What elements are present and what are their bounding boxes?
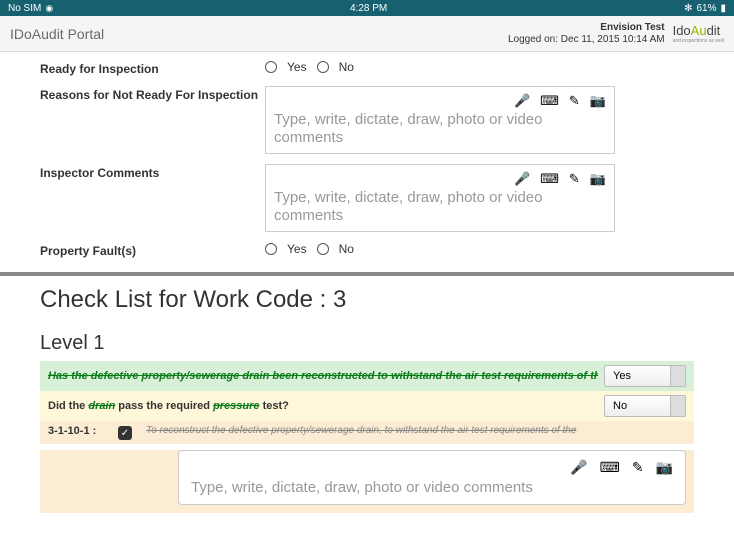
inspector-label: Inspector Comments (40, 164, 265, 180)
question-2-text: Did the drain pass the required pressure… (48, 400, 598, 412)
form-region: Ready for Inspection Yes No Reasons for … (0, 52, 734, 258)
sub-item-code: 3-1-10-1 : (48, 425, 118, 437)
camera-icon[interactable]: 📷 (590, 93, 606, 109)
keyboard-icon[interactable]: ⌨ (600, 459, 620, 476)
question-1-text: Has the defective property/sewerage drai… (48, 370, 598, 382)
inspector-placeholder: Type, write, dictate, draw, photo or vid… (274, 189, 606, 225)
login-info: Envision Test Logged on: Dec 11, 2015 10… (508, 22, 665, 46)
sub-item-text: To reconstruct the defective property/se… (146, 425, 686, 436)
sub-comment-placeholder: Type, write, dictate, draw, photo or vid… (191, 479, 673, 496)
battery-icon: ▮ (720, 3, 726, 14)
reasons-placeholder: Type, write, dictate, draw, photo or vid… (274, 111, 606, 147)
pencil-icon[interactable]: ✎ (632, 459, 644, 476)
ready-label: Ready for Inspection (40, 60, 265, 76)
ready-yes-radio[interactable] (265, 61, 277, 73)
logged-on-label: Logged on: Dec 11, 2015 10:14 AM (508, 34, 665, 46)
inspector-input[interactable]: 🎤 ⌨ ✎ 📷 Type, write, dictate, draw, phot… (265, 164, 615, 232)
property-yes-radio[interactable] (265, 243, 277, 255)
camera-icon[interactable]: 📷 (656, 459, 673, 476)
camera-icon[interactable]: 📷 (590, 171, 606, 187)
mic-icon[interactable]: 🎤 (514, 171, 530, 187)
property-label: Property Fault(s) (40, 242, 265, 258)
reasons-input[interactable]: 🎤 ⌨ ✎ 📷 Type, write, dictate, draw, phot… (265, 86, 615, 154)
checklist-title: Check List for Work Code : 3 (40, 286, 694, 314)
status-bar: No SIM ◉ 4:28 PM ✻ 61% ▮ (0, 0, 734, 16)
reasons-label: Reasons for Not Ready For Inspection (40, 86, 265, 102)
sub-comment-region: 🎤 ⌨ ✎ 📷 Type, write, dictate, draw, phot… (40, 450, 694, 513)
logo: IdoAudit and inspections as well (673, 23, 724, 44)
level-title: Level 1 (40, 332, 694, 355)
property-no-radio[interactable] (317, 243, 329, 255)
bluetooth-icon: ✻ (684, 3, 692, 14)
sub-item-checkbox[interactable]: ✓ (118, 426, 132, 440)
question-row-1: Has the defective property/sewerage drai… (40, 361, 694, 391)
question-1-answer[interactable]: Yes (604, 365, 686, 387)
status-time: 4:28 PM (350, 3, 387, 14)
mic-icon[interactable]: 🎤 (514, 93, 530, 109)
question-2-answer[interactable]: No (604, 395, 686, 417)
checklist-section: Check List for Work Code : 3 Level 1 Has… (0, 276, 734, 513)
pencil-icon[interactable]: ✎ (569, 171, 580, 187)
mic-icon[interactable]: 🎤 (570, 459, 587, 476)
keyboard-icon[interactable]: ⌨ (540, 171, 559, 187)
battery-label: 61% (696, 3, 716, 14)
sub-item-row: 3-1-10-1 : ✓ To reconstruct the defectiv… (40, 421, 694, 444)
sub-comment-input[interactable]: 🎤 ⌨ ✎ 📷 Type, write, dictate, draw, phot… (178, 450, 686, 505)
pencil-icon[interactable]: ✎ (569, 93, 580, 109)
keyboard-icon[interactable]: ⌨ (540, 93, 559, 109)
tenant-label: Envision Test (508, 22, 665, 34)
ready-no-radio[interactable] (317, 61, 329, 73)
carrier-label: No SIM (8, 3, 41, 14)
question-row-2: Did the drain pass the required pressure… (40, 391, 694, 421)
app-title: IDoAudit Portal (10, 26, 104, 42)
app-header: IDoAudit Portal Envision Test Logged on:… (0, 16, 734, 52)
wifi-icon: ◉ (45, 3, 53, 14)
